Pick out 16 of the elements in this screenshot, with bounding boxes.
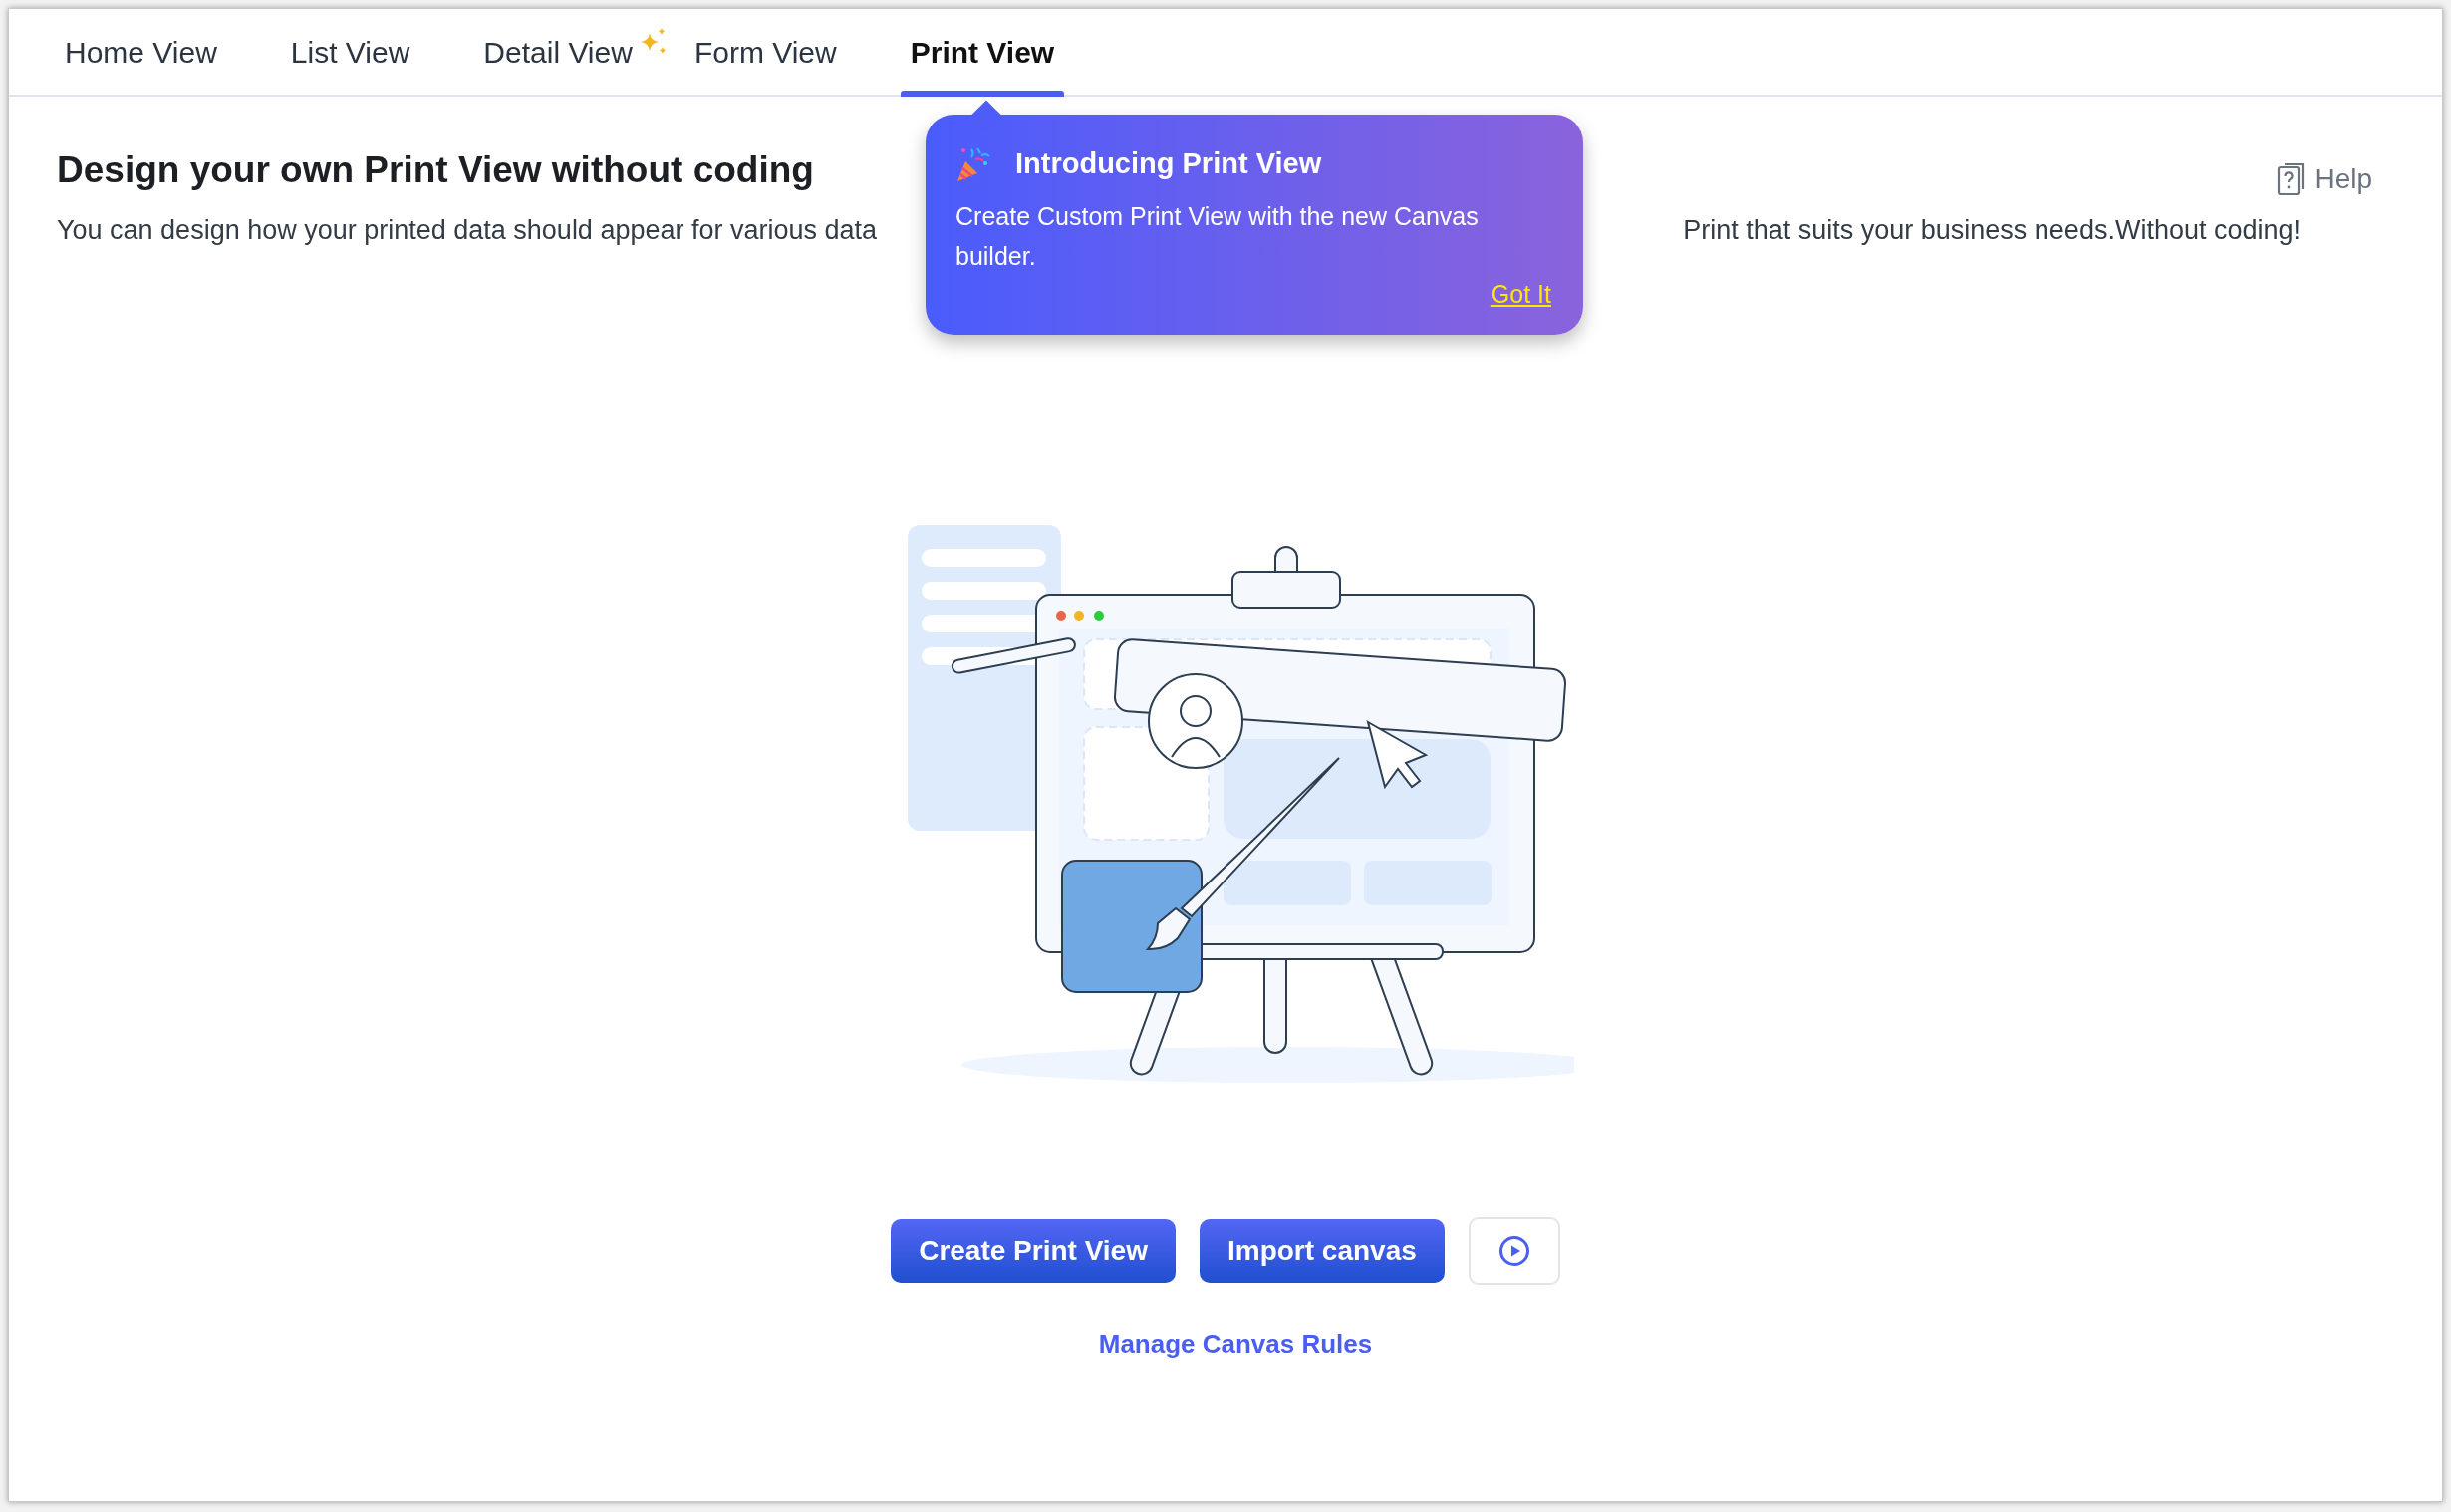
play-icon [1498, 1234, 1530, 1267]
help-link[interactable]: Help [2277, 158, 2372, 200]
view-tab[interactable]: Detail View [477, 9, 639, 95]
popover-title: Introducing Print View [1015, 146, 1322, 181]
description-text: You can design how your printed data should appear for various data [57, 214, 878, 247]
description-text: Print that suits your business needs.Without coding! [1683, 214, 2301, 247]
page-title: Design your own Print View without coding [57, 148, 814, 192]
view-tab[interactable]: List View [284, 9, 416, 95]
popover-text: Create Custom Print View with the new Canvas builder. [955, 200, 1480, 272]
view-tab[interactable]: Home View [59, 9, 223, 95]
play-video-button[interactable] [1468, 1216, 1560, 1285]
import-canvas-button[interactable]: Import canvas [1199, 1218, 1445, 1283]
manage-canvas-rules-link[interactable]: Manage Canvas Rules [1098, 1328, 1373, 1359]
create-print-view-button[interactable]: Create Print View [891, 1218, 1176, 1283]
view-tab[interactable]: Print View [904, 9, 1061, 95]
view-tab[interactable]: Form View [687, 9, 843, 95]
